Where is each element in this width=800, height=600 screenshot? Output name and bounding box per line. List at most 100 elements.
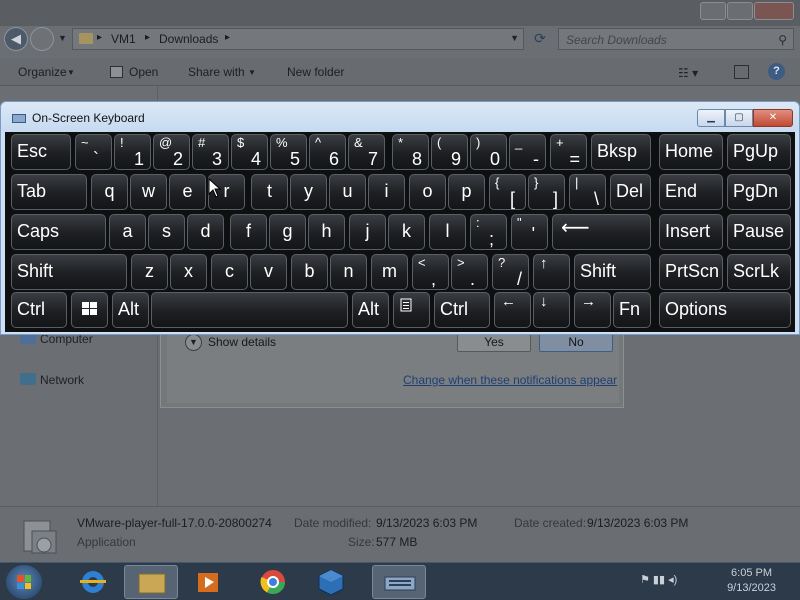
key-u[interactable]: u [329, 174, 366, 210]
windows-explorer-taskbar-button[interactable] [124, 565, 178, 599]
key-q[interactable]: q [91, 174, 128, 210]
key-3[interactable]: #3 [192, 134, 229, 170]
key-4[interactable]: $4 [231, 134, 268, 170]
key-right-shift[interactable]: Shift [574, 254, 651, 290]
key-a[interactable]: a [109, 214, 146, 250]
yes-button[interactable]: Yes [457, 333, 531, 352]
nav-item-network[interactable]: Network [40, 373, 84, 387]
change-view-icon[interactable]: ☷ ▾ [678, 66, 698, 80]
key-9[interactable]: (9 [431, 134, 468, 170]
key-enter[interactable]: ⟵ [552, 214, 651, 250]
osk-titlebar[interactable]: On-Screen Keyboard ▁ ▢ ✕ [1, 102, 799, 132]
key-left-alt[interactable]: Alt [112, 292, 149, 328]
refresh-icon[interactable]: ⟳ [530, 30, 550, 48]
key-p[interactable]: p [448, 174, 485, 210]
key-pgdn[interactable]: PgDn [727, 174, 791, 210]
key-options[interactable]: Options [659, 292, 791, 328]
key-scrlk[interactable]: ScrLk [727, 254, 791, 290]
key-tab[interactable]: Tab [11, 174, 87, 210]
recent-pages-dropdown-icon[interactable]: ▼ [58, 33, 67, 43]
key-end[interactable]: End [659, 174, 723, 210]
system-tray-icons[interactable]: ⚑ ▮▮ ◂) [640, 573, 677, 586]
key-5[interactable]: % 5 [270, 134, 307, 170]
breadcrumb-separator-icon[interactable]: ▸ [225, 32, 230, 43]
key-b[interactable]: b [291, 254, 328, 290]
key-caps-lock[interactable]: Caps [11, 214, 106, 250]
key-left-arrow[interactable]: ← [494, 292, 531, 328]
key-up-arrow[interactable]: ↑ [533, 254, 570, 290]
key-8[interactable]: * 8 [392, 134, 429, 170]
key-left-bracket[interactable]: {[ [489, 174, 526, 210]
key-0[interactable]: ) 0 [470, 134, 507, 170]
key-delete[interactable]: Del [610, 174, 651, 210]
new-folder-button[interactable]: New folder [287, 65, 344, 79]
key-left-ctrl[interactable]: Ctrl [11, 292, 67, 328]
key-windows[interactable] [71, 292, 108, 328]
key-right-alt[interactable]: Alt [352, 292, 389, 328]
key-h[interactable]: h [308, 214, 345, 250]
key-prtscn[interactable]: PrtScn [659, 254, 723, 290]
key-n[interactable]: n [330, 254, 367, 290]
key-quote[interactable]: " ' [511, 214, 548, 250]
share-with-button[interactable]: Share with [188, 65, 245, 79]
key-g[interactable]: g [269, 214, 306, 250]
start-button[interactable] [6, 565, 42, 599]
key-1[interactable]: ! 1 [114, 134, 151, 170]
breadcrumb-separator-icon[interactable]: ▸ [145, 32, 150, 43]
osk-maximize-button[interactable]: ▢ [725, 109, 753, 127]
notification-settings-link[interactable]: Change when these notifications appear [403, 373, 617, 387]
address-bar[interactable]: ▸ VM1 ▸ Downloads ▸ ▼ [72, 28, 524, 50]
breadcrumb-separator-icon[interactable]: ▸ [97, 32, 102, 43]
open-button[interactable]: Open [129, 65, 158, 79]
organize-button[interactable]: Organize [18, 65, 67, 79]
key-period[interactable]: >. [451, 254, 488, 290]
explorer-minimize-button[interactable] [700, 2, 726, 20]
key-backslash[interactable]: | \ [569, 174, 606, 210]
key-x[interactable]: x [170, 254, 207, 290]
clock[interactable]: 6:05 PM 9/13/2023 [727, 566, 776, 596]
key-i[interactable]: i [368, 174, 405, 210]
key-j[interactable]: j [349, 214, 386, 250]
key-z[interactable]: z [131, 254, 168, 290]
breadcrumb-downloads[interactable]: Downloads [159, 32, 218, 46]
key-tilde[interactable]: ~ ` [75, 134, 112, 170]
back-button[interactable]: ◀ [4, 27, 28, 51]
key-pgup[interactable]: PgUp [727, 134, 791, 170]
key-y[interactable]: y [290, 174, 327, 210]
key-w[interactable]: w [130, 174, 167, 210]
key-comma[interactable]: <, [412, 254, 449, 290]
expand-details-icon[interactable]: ▼ [185, 334, 202, 351]
key-menu[interactable] [393, 292, 430, 328]
share-dropdown-icon[interactable]: ▼ [248, 68, 256, 77]
no-button[interactable]: No [539, 333, 613, 352]
key-space[interactable] [151, 292, 348, 328]
key-2[interactable]: @2 [153, 134, 190, 170]
key-o[interactable]: o [409, 174, 446, 210]
key-s[interactable]: s [148, 214, 185, 250]
key-e[interactable]: e [169, 174, 206, 210]
media-player-taskbar-button[interactable] [182, 565, 236, 599]
show-details-label[interactable]: Show details [208, 335, 276, 349]
key-d[interactable]: d [187, 214, 224, 250]
forward-button[interactable] [30, 27, 54, 51]
virtualbox-taskbar-button[interactable] [304, 565, 358, 599]
on-screen-keyboard-taskbar-button[interactable] [372, 565, 426, 599]
key-left-shift[interactable]: Shift [11, 254, 127, 290]
key-down-arrow[interactable]: ↓ [533, 292, 570, 328]
key-equals[interactable]: + = [550, 134, 587, 170]
chrome-taskbar-button[interactable] [246, 565, 300, 599]
key-l[interactable]: l [429, 214, 466, 250]
key-minus[interactable]: _ - [509, 134, 546, 170]
key-f[interactable]: f [230, 214, 267, 250]
explorer-close-button[interactable] [754, 2, 794, 20]
key-c[interactable]: c [211, 254, 248, 290]
key-7[interactable]: & 7 [348, 134, 385, 170]
key-home[interactable]: Home [659, 134, 723, 170]
internet-explorer-taskbar-button[interactable] [66, 565, 120, 599]
key-right-ctrl[interactable]: Ctrl [434, 292, 490, 328]
organize-dropdown-icon[interactable]: ▼ [67, 68, 75, 77]
osk-close-button[interactable]: ✕ [753, 109, 793, 127]
key-backspace[interactable]: Bksp [591, 134, 651, 170]
search-input[interactable]: Search Downloads ⚲ [558, 28, 794, 50]
key-v[interactable]: v [250, 254, 287, 290]
